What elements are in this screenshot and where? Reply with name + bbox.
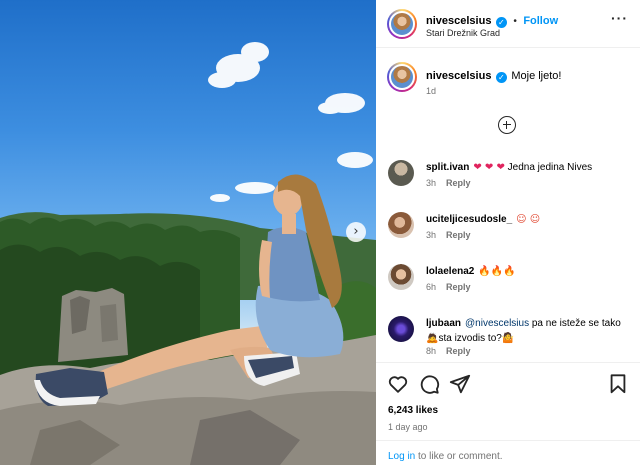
reply-button[interactable]: Reply bbox=[446, 282, 471, 292]
caption-age: 1d bbox=[426, 86, 437, 96]
commenter-avatar[interactable] bbox=[388, 264, 414, 290]
caption-avatar[interactable] bbox=[387, 62, 417, 92]
ellipsis-icon[interactable]: ··· bbox=[611, 10, 628, 26]
photo-scene bbox=[0, 42, 376, 465]
caption: nivescelsius ✓ Moje ljeto! bbox=[426, 66, 561, 84]
person-emoji-icon: 🙇 bbox=[426, 333, 439, 344]
action-bar bbox=[376, 362, 640, 402]
verified-icon: ✓ bbox=[495, 72, 507, 83]
follow-button[interactable]: Follow bbox=[523, 15, 558, 27]
commenter-avatar[interactable] bbox=[388, 316, 414, 342]
commenter-username[interactable]: split.ivan bbox=[426, 162, 469, 173]
fire-emoji-icon: 🔥🔥🔥 bbox=[478, 266, 516, 277]
caption-username[interactable]: nivescelsius bbox=[426, 70, 491, 82]
author-avatar[interactable] bbox=[387, 9, 417, 39]
post-photo[interactable]: › bbox=[0, 0, 376, 465]
comment-item: ljubaan @nivescelsius pa ne isteže se tak… bbox=[388, 316, 633, 356]
comment-age: 6h bbox=[426, 282, 437, 292]
comment-age: 3h bbox=[426, 178, 437, 188]
comment-age: 3h bbox=[426, 230, 437, 240]
comment-item: split.ivan ❤ ❤ ❤ Jedna jedina Nives 3h Rep… bbox=[388, 160, 633, 188]
login-prompt-text: to like or comment. bbox=[415, 451, 503, 462]
login-link[interactable]: Log in bbox=[388, 451, 415, 462]
verified-icon: ✓ bbox=[495, 17, 507, 28]
reply-button[interactable]: Reply bbox=[446, 230, 471, 240]
heart-outline-icon[interactable] bbox=[387, 373, 409, 395]
comment-text-continued: sta izvodis to? bbox=[438, 333, 502, 344]
post-header: nivescelsius ✓ • Follow Stari Drežnik Gr… bbox=[376, 0, 640, 48]
post-location[interactable]: Stari Drežnik Grad bbox=[426, 28, 500, 38]
heart-emoji-icon: ❤ ❤ ❤ bbox=[473, 162, 505, 173]
post-date: 1 day ago bbox=[388, 422, 428, 432]
heart-eyes-emoji-icon: ☺ ☺ bbox=[516, 214, 541, 225]
comment-item: uciteljicesudosle_ ☺ ☺ 3h Reply bbox=[388, 212, 633, 240]
reply-button[interactable]: Reply bbox=[446, 178, 471, 188]
commenter-username[interactable]: uciteljicesudosle_ bbox=[426, 214, 512, 225]
author-username[interactable]: nivescelsius bbox=[426, 15, 491, 27]
commenter-username[interactable]: ljubaan bbox=[426, 318, 461, 329]
speech-bubble-icon[interactable] bbox=[418, 373, 440, 395]
login-prompt: Log in to like or comment. bbox=[376, 440, 640, 465]
chevron-right-icon: › bbox=[353, 224, 359, 239]
next-photo-button[interactable]: › bbox=[346, 222, 366, 242]
paper-plane-icon[interactable] bbox=[449, 373, 471, 395]
reply-button[interactable]: Reply bbox=[446, 346, 471, 356]
separator-dot: • bbox=[513, 16, 517, 27]
shrug-emoji-icon: 🤷 bbox=[501, 333, 515, 344]
comment-text: pa ne isteže se tako bbox=[529, 318, 621, 329]
commenter-avatar[interactable] bbox=[388, 212, 414, 238]
comment-mention[interactable]: @nivescelsius bbox=[465, 318, 529, 329]
comment-age: 8h bbox=[426, 346, 437, 356]
comment-item: lolaelena2 🔥🔥🔥 6h Reply bbox=[388, 264, 633, 292]
commenter-avatar[interactable] bbox=[388, 160, 414, 186]
commenter-username[interactable]: lolaelena2 bbox=[426, 266, 474, 277]
caption-text: Moje ljeto! bbox=[511, 70, 562, 82]
plus-circle-icon[interactable] bbox=[498, 116, 516, 134]
like-count[interactable]: 6,243 likes bbox=[388, 405, 438, 416]
bookmark-icon[interactable] bbox=[607, 373, 629, 395]
comment-text: Jedna jedina Nives bbox=[504, 162, 593, 173]
post-side-panel: nivescelsius ✓ • Follow Stari Drežnik Gr… bbox=[376, 0, 640, 465]
